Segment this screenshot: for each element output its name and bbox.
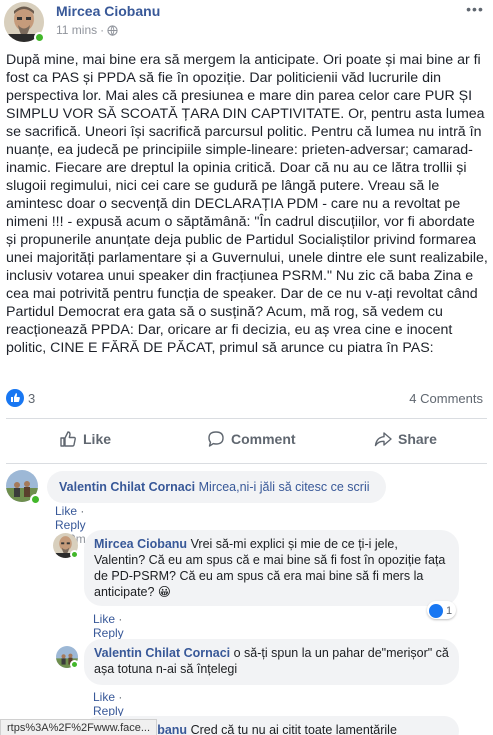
online-status-dot [70, 660, 79, 669]
reaction-count[interactable]: 3 [28, 391, 35, 406]
comment-reply-link[interactable]: Reply [55, 518, 86, 532]
like-reaction-icon [429, 603, 443, 618]
divider [6, 463, 487, 464]
comment-author[interactable]: Valentin Chilat Cornaci [94, 646, 230, 660]
comment-like-link[interactable]: Like [55, 504, 77, 518]
comments-count[interactable]: 4 Comments [409, 391, 483, 406]
comment-text: Cred că tu nu ai citit toate lamentările [190, 723, 397, 735]
comment-bubble: Valentin Chilat Cornaci Mircea,ni-i jăli… [47, 471, 386, 503]
post-header: Mircea Ciobanu 11 mins · ••• [0, 0, 493, 44]
share-icon [374, 432, 392, 447]
comment-like-link[interactable]: Like [93, 612, 115, 626]
comment-text: Mircea,ni-i jăli să citesc ce scrii [198, 480, 370, 494]
share-button[interactable]: Share [374, 430, 437, 448]
post-actions: Like Comment Share [6, 427, 487, 457]
comment-bubble: Valentin Chilat Cornaci o să-ți spun la … [84, 639, 459, 685]
online-status-dot [70, 550, 79, 559]
online-status-dot [34, 32, 45, 43]
online-status-dot [30, 494, 41, 505]
comment-bubble: Mircea Ciobanu Vrei să-mi explici și mie… [84, 530, 459, 606]
comment-author[interactable]: Valentin Chilat Cornaci [59, 480, 195, 494]
post-text: După mine, mai bine era să mergem la ant… [6, 52, 488, 356]
like-button[interactable]: Like [59, 430, 111, 448]
globe-icon [107, 24, 118, 36]
post-author-name[interactable]: Mircea Ciobanu [56, 3, 160, 19]
comment-like-link[interactable]: Like [93, 690, 115, 704]
comment-reply-link[interactable]: Reply [93, 626, 124, 640]
comment-reactions[interactable]: 1 [427, 601, 457, 619]
like-reaction-icon[interactable] [6, 389, 24, 407]
like-label: Like [83, 431, 112, 447]
like-icon [60, 431, 76, 447]
comment-label: Comment [231, 431, 296, 447]
post-time[interactable]: 11 mins [56, 23, 97, 37]
post-meta: 11 mins · [56, 23, 118, 37]
more-icon[interactable]: ••• [465, 2, 485, 16]
reactions-bar: 3 4 Comments [6, 388, 487, 410]
comment-button[interactable]: Comment [207, 430, 296, 448]
comment-author[interactable]: Mircea Ciobanu [94, 537, 187, 551]
share-label: Share [398, 431, 437, 447]
comment-icon [208, 431, 224, 447]
browser-status-url: rtps%3A%2F%2Fwww.face... [0, 719, 158, 735]
comment-reaction-count: 1 [446, 604, 453, 617]
divider [6, 418, 487, 419]
